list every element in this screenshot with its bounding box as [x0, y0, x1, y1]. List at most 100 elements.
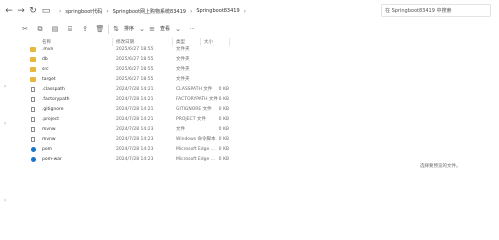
- paste-icon[interactable]: ▤: [50, 25, 60, 34]
- chevron-down-icon[interactable]: ⌄: [173, 25, 183, 34]
- edge-icon: [30, 157, 36, 162]
- chevron-down-icon[interactable]: ⌄: [137, 25, 147, 34]
- file-size: 0 KB: [218, 147, 229, 152]
- pin-icon: ›: [4, 197, 7, 204]
- list-item[interactable]: db 2025/6/27 18:55 文件夹: [22, 56, 242, 64]
- search-input[interactable]: 在 Springboot83419 中搜索: [381, 4, 491, 17]
- list-item[interactable]: .gitignore 2024/7/28 14:21 GITIGNORE 文件 …: [22, 106, 242, 114]
- list-item[interactable]: .factorypath 2024/7/28 14:21 FACTORYPATH…: [22, 96, 242, 104]
- column-type[interactable]: 类型: [176, 39, 185, 45]
- file-size: 0 KB: [218, 127, 229, 132]
- sort-icon[interactable]: ⇅: [111, 25, 121, 34]
- file-date: 2025/6/27 18:55: [116, 67, 154, 72]
- file-type: PROJECT 文件: [176, 117, 206, 122]
- file-date: 2025/6/27 18:55: [116, 47, 154, 52]
- chevron-right-icon: ›: [189, 7, 193, 15]
- edge-icon: [30, 147, 36, 152]
- list-item[interactable]: pom 2024/7/28 14:23 Microsoft Edge ... 0…: [22, 146, 242, 154]
- file-name: .project: [42, 117, 60, 122]
- refresh-icon[interactable]: ↻: [27, 5, 39, 17]
- file-date: 2024/7/28 14:21: [116, 87, 154, 92]
- file-date: 2024/7/28 14:21: [116, 97, 154, 102]
- folder-icon: [30, 57, 36, 62]
- file-type: 文件: [176, 127, 185, 132]
- file-name: .mvn: [42, 47, 54, 52]
- chevron-right-icon: ›: [106, 7, 109, 15]
- column-name[interactable]: 名称: [42, 39, 51, 45]
- column-date[interactable]: 修改日期: [116, 39, 134, 45]
- file-date: 2024/7/28 14:23: [116, 147, 154, 152]
- list-item[interactable]: .classpath 2024/7/28 14:21 CLASSPATH 文件 …: [22, 86, 242, 94]
- list-item[interactable]: src 2025/6/27 18:55 文件夹: [22, 66, 242, 74]
- file-type: 文件夹: [176, 57, 190, 62]
- file-type: 文件夹: [176, 47, 190, 52]
- file-size: 0 KB: [218, 117, 229, 122]
- file-type: 文件夹: [176, 77, 190, 82]
- list-item[interactable]: mvnw 2024/7/28 14:23 Windows 命令脚本 0 KB: [22, 136, 242, 144]
- command-bar: ✂ ⧉ ▤ ⌸ ⇪ 🗑 ⇅ 排序 ⌄ ≡ 查看 ⌄ ···: [0, 22, 499, 37]
- file-size: 0 KB: [218, 87, 229, 92]
- file-icon: [31, 87, 35, 92]
- file-type: CLASSPATH 文件: [176, 87, 213, 92]
- toolbar-divider: [108, 25, 109, 34]
- breadcrumb-item[interactable]: Springboot83419: [196, 8, 239, 14]
- copy-icon[interactable]: ⧉: [35, 25, 45, 34]
- list-item[interactable]: .mvn 2025/6/27 18:55 文件夹: [22, 46, 242, 54]
- file-size: 0 KB: [218, 97, 229, 102]
- file-size: 0 KB: [218, 137, 229, 142]
- file-type: Windows 命令脚本: [176, 137, 216, 142]
- cut-icon[interactable]: ✂: [20, 25, 30, 34]
- column-size[interactable]: 大小: [204, 39, 213, 45]
- sort-button[interactable]: 排序: [124, 26, 134, 33]
- list-item[interactable]: .project 2024/7/28 14:21 PROJECT 文件 0 KB: [22, 116, 242, 124]
- folder-icon: [30, 47, 36, 52]
- breadcrumb-item[interactable]: springboot代码: [65, 8, 102, 15]
- breadcrumb-item[interactable]: Springboot网上购物系统83419: [113, 8, 186, 15]
- file-name: pom: [42, 147, 52, 152]
- file-type: Microsoft Edge ...: [176, 147, 215, 152]
- file-name: mvnw: [42, 137, 56, 142]
- back-arrow-icon[interactable]: ←: [3, 5, 15, 17]
- file-icon: [31, 137, 35, 142]
- file-icon: [31, 97, 35, 102]
- file-icon: [31, 107, 35, 112]
- list-item[interactable]: pom-war 2024/7/28 14:23 Microsoft Edge .…: [22, 156, 242, 164]
- file-date: 2024/7/28 14:21: [116, 117, 154, 122]
- file-type: Microsoft Edge ...: [176, 157, 215, 162]
- monitor-icon[interactable]: ▭: [40, 5, 52, 17]
- file-size: 0 KB: [218, 107, 229, 112]
- file-name: .classpath: [42, 87, 65, 92]
- file-name: target: [42, 77, 56, 82]
- file-date: 2024/7/28 14:23: [116, 157, 154, 162]
- view-icon[interactable]: ≡: [147, 25, 157, 34]
- column-divider[interactable]: [172, 38, 173, 46]
- file-icon: [31, 117, 35, 122]
- pin-icon: ›: [4, 83, 7, 90]
- folder-icon: [30, 77, 36, 82]
- column-divider[interactable]: [112, 38, 113, 46]
- column-divider[interactable]: [200, 38, 201, 46]
- more-options-button[interactable]: ···: [190, 26, 195, 33]
- chevron-right-icon: ›: [59, 7, 62, 15]
- file-date: 2024/7/28 14:21: [116, 107, 154, 112]
- rename-icon[interactable]: ⌸: [65, 25, 75, 34]
- share-icon[interactable]: ⇪: [80, 25, 90, 34]
- view-button[interactable]: 查看: [160, 26, 170, 33]
- folder-icon: [30, 67, 36, 72]
- file-name: .gitignore: [42, 107, 64, 112]
- list-item[interactable]: mvnw 2024/7/28 14:23 文件 0 KB: [22, 126, 242, 134]
- file-icon: [31, 127, 35, 132]
- forward-arrow-icon[interactable]: →: [15, 5, 27, 17]
- delete-icon[interactable]: 🗑: [95, 25, 105, 34]
- file-name: pom-war: [42, 157, 62, 162]
- file-name: db: [42, 57, 48, 62]
- file-size: 0 KB: [218, 157, 229, 162]
- preview-message: 选择要预览的文件。: [420, 164, 461, 169]
- list-item[interactable]: target 2025/6/27 18:55 文件夹: [22, 76, 242, 84]
- chevron-right-icon: ›: [243, 7, 247, 15]
- file-type: GITIGNORE 文件: [176, 107, 212, 112]
- file-date: 2024/7/28 14:23: [116, 127, 154, 132]
- column-divider[interactable]: [229, 38, 230, 46]
- file-date: 2025/6/27 18:55: [116, 57, 154, 62]
- pin-icon: ›: [4, 120, 7, 127]
